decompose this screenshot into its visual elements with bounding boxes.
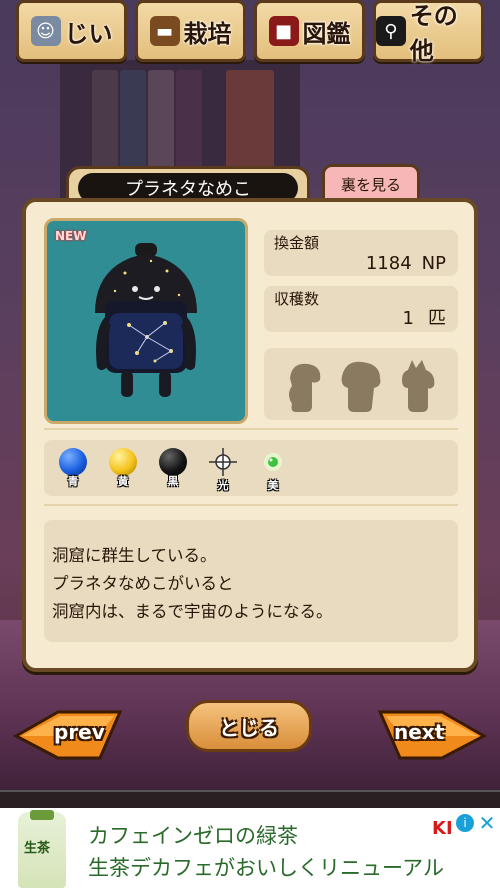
divider (44, 428, 458, 430)
tab-label: じい (64, 18, 113, 48)
ad-brand: KI (432, 818, 453, 839)
attribute-yellow: 黄 (108, 448, 138, 489)
silhouette-icon (402, 360, 435, 412)
exchange-unit: NP (421, 253, 446, 274)
ad-info-icon[interactable]: i (456, 814, 474, 832)
attribute-blue: 青 (58, 448, 88, 489)
tab-label: 図鑑 (302, 18, 351, 48)
description-box: 洞窟に群生している。 プラネタなめこがいると 洞窟内は、まるで宇宙のようになる。 (44, 520, 458, 642)
ad-close-icon[interactable]: ✕ (478, 813, 496, 833)
attribute-label: 美 (267, 479, 279, 492)
log-icon: ▬ (149, 16, 180, 46)
attribute-row: 青 黄 黒 光 美 (44, 440, 458, 496)
attribute-label: 黄 (117, 475, 129, 488)
exchange-amount: 1184 (365, 253, 412, 274)
yellow-orb-icon (109, 448, 137, 476)
ad-subline: 生茶デカフェがおいしくリニューアル (88, 856, 444, 880)
harvest-unit: 匹 (428, 308, 446, 329)
tab-other[interactable]: ⚲ その他 (373, 0, 484, 65)
next-button[interactable]: next (378, 710, 488, 760)
book-icon: ■ (268, 16, 299, 46)
grandpa-icon: ☺ (30, 16, 61, 46)
bottom-border (0, 790, 500, 808)
attribute-light: 光 (208, 448, 238, 493)
description-line: プラネタなめこがいると (52, 574, 234, 593)
nameko-portrait: NEW (44, 218, 248, 424)
ad-headline: カフェインゼロの緑茶 (88, 824, 298, 848)
next-label: next (394, 720, 445, 744)
ad-banner[interactable]: 生茶 カフェインゼロの緑茶 生茶デカフェがおいしくリニューアル KI i ✕ (0, 808, 500, 888)
close-button[interactable]: とじる (186, 700, 312, 752)
new-badge: NEW (55, 229, 87, 243)
attribute-label: 光 (217, 479, 229, 492)
prev-label: prev (54, 720, 105, 744)
bottle-cap (30, 810, 54, 820)
tab-jii[interactable]: ☺ じい (16, 0, 127, 62)
harvest-value: 1匹 (403, 304, 446, 330)
beauty-gem-icon (264, 453, 282, 471)
light-sparkle-icon (209, 448, 237, 476)
harvest-count: 1 (402, 308, 414, 329)
attribute-label: 青 (67, 475, 79, 488)
tea-bottle-image: 生茶 (18, 810, 66, 888)
encyclopedia-card: NEW 換金額 1184 NP 収穫数 1 匹 青 黄 黒 光 美 洞窟に群生し… (22, 198, 478, 672)
bottle-label: 生茶 (24, 841, 51, 856)
attribute-black: 黒 (158, 448, 188, 489)
attribute-label: 黒 (167, 475, 179, 488)
variant-silhouettes (264, 348, 458, 420)
tab-label: その他 (409, 1, 458, 65)
tab-cultivation[interactable]: ▬ 栽培 (135, 0, 246, 62)
divider (44, 504, 458, 506)
silhouette-icon (289, 363, 321, 412)
top-tab-bar: ☺ じい ▬ 栽培 ■ 図鑑 ⚲ その他 (16, 0, 484, 66)
exchange-label: 換金額 (274, 234, 320, 252)
exchange-value: 1184 NP (366, 253, 446, 274)
magnifier-icon: ⚲ (376, 16, 406, 46)
attribute-beauty: 美 (258, 448, 288, 493)
planeta-nameko-icon (95, 243, 197, 397)
description-line: 洞窟に群生している。 (52, 546, 217, 565)
description-line: 洞窟内は、まるで宇宙のようになる。 (52, 602, 333, 621)
silhouette-icon (341, 361, 381, 412)
tab-encyclopedia[interactable]: ■ 図鑑 (254, 0, 365, 62)
prev-button[interactable]: prev (12, 710, 122, 760)
exchange-amount-box: 換金額 1184 NP (264, 230, 458, 276)
blue-orb-icon (59, 448, 87, 476)
black-orb-icon (159, 448, 187, 476)
harvest-count-box: 収穫数 1匹 (264, 286, 458, 332)
tab-label: 栽培 (183, 18, 232, 48)
